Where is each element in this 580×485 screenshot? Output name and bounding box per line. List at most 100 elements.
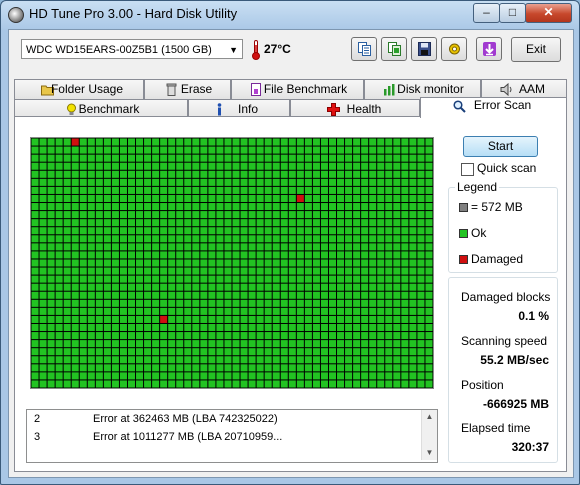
ok-block	[184, 380, 192, 388]
ok-block	[337, 332, 345, 340]
close-button[interactable]: ✕	[525, 3, 572, 23]
ok-block	[296, 291, 304, 299]
ok-block	[71, 178, 79, 186]
ok-block	[345, 162, 353, 170]
ok-block	[152, 235, 160, 243]
title-bar[interactable]: HD Tune Pro 3.00 - Hard Disk Utility – □…	[1, 1, 579, 27]
ok-block	[264, 235, 272, 243]
ok-block	[272, 162, 280, 170]
ok-block	[168, 162, 176, 170]
ok-block	[240, 364, 248, 372]
copy-screenshot-icon	[388, 42, 401, 56]
copy-text-button[interactable]	[351, 37, 377, 61]
ok-block	[168, 315, 176, 323]
log-scrollbar[interactable]: ▲ ▼	[421, 410, 437, 460]
ok-block	[240, 178, 248, 186]
save-button[interactable]	[411, 37, 437, 61]
ok-block	[320, 211, 328, 219]
tab-error-scan[interactable]: Error Scan	[420, 97, 567, 118]
minimize-button[interactable]: –	[473, 3, 500, 23]
ok-block	[127, 138, 136, 146]
ok-block	[79, 227, 87, 235]
ok-block	[184, 235, 192, 243]
ok-block	[369, 275, 377, 283]
options-button[interactable]	[441, 37, 467, 61]
start-button[interactable]: Start	[463, 136, 538, 157]
maximize-button[interactable]: □	[499, 3, 526, 23]
ok-block	[200, 364, 208, 372]
ok-block	[232, 307, 240, 315]
ok-block	[304, 235, 312, 243]
checkbox-box[interactable]	[461, 163, 474, 176]
ok-block	[192, 154, 200, 162]
ok-block	[200, 227, 208, 235]
ok-block	[353, 307, 361, 315]
ok-block	[361, 299, 369, 307]
copy-screenshot-button[interactable]	[381, 37, 407, 61]
ok-block	[377, 348, 385, 356]
scroll-up-icon[interactable]: ▲	[422, 410, 437, 424]
ok-block	[111, 203, 119, 211]
ok-block	[361, 259, 369, 267]
ok-block	[95, 227, 103, 235]
ok-block	[103, 340, 111, 348]
ok-block	[337, 356, 345, 364]
ok-block	[401, 243, 409, 251]
ok-block	[79, 307, 87, 315]
ok-block	[377, 194, 385, 203]
ok-block	[55, 299, 63, 307]
drive-select[interactable]: WDC WD15EARS-00Z5B1 (1500 GB) ▼	[21, 39, 243, 59]
ok-block	[385, 372, 393, 380]
exit-button[interactable]: Exit	[511, 37, 561, 62]
app-icon	[8, 7, 24, 23]
error-log-list[interactable]: 2 Error at 362463 MB (LBA 742325022) 3 E…	[26, 409, 438, 463]
ok-block	[345, 283, 353, 291]
ok-block	[401, 186, 409, 194]
ok-block	[272, 275, 280, 283]
ok-block	[393, 307, 401, 315]
scroll-down-icon[interactable]: ▼	[422, 446, 437, 460]
ok-block	[353, 186, 361, 194]
tab-erase[interactable]: Erase	[144, 79, 231, 99]
ok-block	[272, 299, 280, 307]
ok-block	[63, 251, 71, 259]
ok-block	[47, 380, 55, 388]
ok-block	[176, 356, 184, 364]
ok-block	[337, 251, 345, 259]
tab-file-benchmark[interactable]: File Benchmark	[231, 79, 364, 99]
ok-block	[328, 203, 337, 211]
ok-block	[240, 380, 248, 388]
ok-block	[232, 178, 240, 186]
ok-block	[393, 170, 401, 178]
ok-block	[136, 235, 144, 243]
tab-folder-usage[interactable]: Folder Usage	[14, 79, 144, 99]
ok-block	[353, 194, 361, 203]
ok-block	[264, 211, 272, 219]
ok-block	[152, 275, 160, 283]
ok-block	[152, 211, 160, 219]
ok-block	[377, 364, 385, 372]
ok-block	[280, 332, 288, 340]
ok-block	[168, 372, 176, 380]
ok-block	[280, 267, 288, 275]
ok-block	[136, 356, 144, 364]
ok-block	[304, 323, 312, 332]
ok-block	[192, 138, 200, 146]
ok-block	[377, 243, 385, 251]
ok-block	[103, 259, 111, 267]
ok-block	[393, 315, 401, 323]
ok-block	[144, 219, 152, 227]
ok-block	[119, 356, 127, 364]
ok-block	[393, 348, 401, 356]
ok-block	[184, 332, 192, 340]
ok-block	[385, 380, 393, 388]
ok-block	[393, 186, 401, 194]
ok-block	[224, 186, 232, 194]
ok-block	[176, 364, 184, 372]
ok-block	[176, 203, 184, 211]
ok-block	[264, 146, 272, 154]
ok-block	[272, 146, 280, 154]
ok-block	[256, 194, 264, 203]
download-button[interactable]	[476, 37, 502, 61]
ok-block	[55, 307, 63, 315]
